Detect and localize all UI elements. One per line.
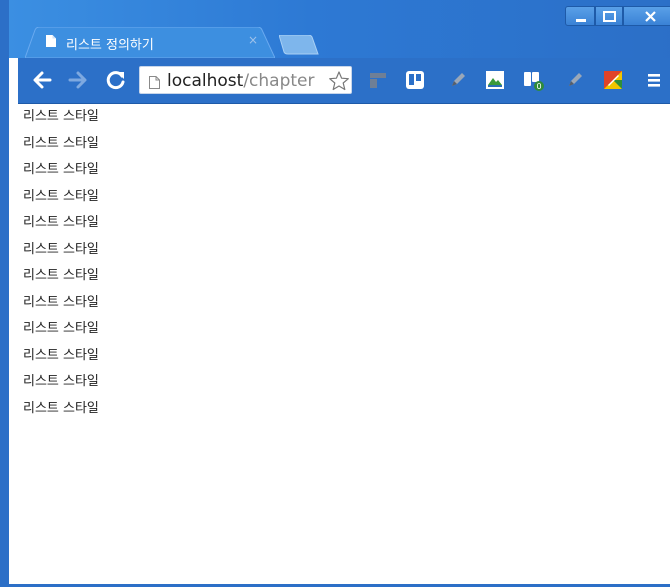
back-button[interactable] (30, 68, 54, 92)
pencil-icon[interactable] (565, 70, 585, 90)
browser-toolbar: localhost/chapter 0 (18, 58, 670, 104)
close-tab-icon[interactable]: × (246, 33, 260, 47)
forward-button[interactable] (66, 68, 90, 92)
list-item: 리스트 스타일 (23, 162, 99, 177)
style-list: 리스트 스타일 리스트 스타일 리스트 스타일 리스트 스타일 리스트 스타일 … (18, 104, 670, 422)
list-item: 리스트 스타일 (23, 135, 99, 151)
extension-bars-icon[interactable] (368, 70, 388, 90)
window-controls (565, 6, 670, 28)
list-item: 리스트 스타일 (23, 268, 99, 283)
back-arrow-icon (33, 71, 52, 89)
hamburger-menu-icon[interactable] (644, 70, 664, 90)
list-item: 리스트 스타일 (23, 321, 99, 336)
new-tab-button[interactable] (278, 34, 319, 55)
list-item: 리스트 스타일 (23, 188, 99, 204)
close-icon (645, 11, 656, 22)
svg-text:0: 0 (536, 82, 541, 91)
url-host: localhost (167, 71, 244, 91)
list-item: 리스트 스타일 (23, 347, 99, 363)
colorful-extension-icon[interactable] (603, 70, 623, 90)
page-content: 리스트 스타일 리스트 스타일 리스트 스타일 리스트 스타일 리스트 스타일 … (18, 104, 670, 584)
tab-title: 리스트 정의하기 (66, 38, 154, 53)
page-icon (149, 74, 160, 89)
image-extension-icon[interactable] (485, 70, 505, 90)
minimize-icon (576, 19, 586, 22)
star-icon (329, 71, 349, 91)
close-window-button[interactable] (623, 6, 670, 26)
pencil-icon[interactable] (448, 70, 468, 90)
minimize-button[interactable] (565, 6, 595, 26)
bookmark-star-button[interactable] (328, 70, 350, 92)
list-item: 리스트 스타일 (23, 294, 99, 310)
tab-active[interactable]: 리스트 정의하기 × (25, 27, 275, 58)
list-item: 리스트 스타일 (23, 400, 99, 416)
url-path: /chapter (243, 71, 315, 91)
document-icon (46, 35, 56, 47)
extension-badge-icon[interactable]: 0 (523, 70, 544, 91)
trello-icon[interactable] (405, 70, 425, 90)
list-item: 리스트 스타일 (23, 109, 99, 124)
list-item: 리스트 스타일 (23, 215, 99, 230)
list-item: 리스트 스타일 (23, 374, 99, 389)
reload-icon (106, 71, 125, 90)
maximize-button[interactable] (595, 6, 623, 26)
browser-window: 리스트 정의하기 × localhost/chapter 0 리스트 스타일 리… (0, 0, 670, 587)
reload-button[interactable] (104, 68, 128, 92)
maximize-icon (603, 11, 616, 22)
url-text: localhost/chapter (167, 71, 314, 91)
list-item: 리스트 스타일 (23, 241, 99, 257)
address-bar[interactable]: localhost/chapter (139, 66, 352, 94)
forward-arrow-icon (68, 71, 87, 89)
